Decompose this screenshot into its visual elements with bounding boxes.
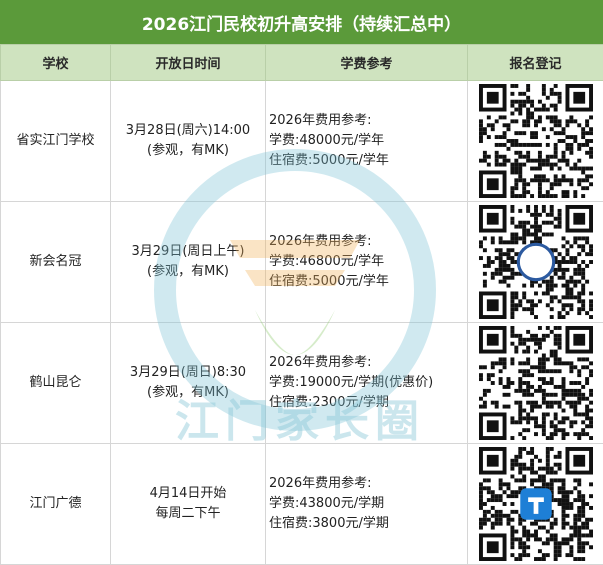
fee-line: 住宿费:3800元/学期 (269, 514, 467, 534)
table-row: 新会名冠 3月29日(周日上午) (参观，有MK) 2026年费用参考: 学费:… (1, 202, 603, 323)
page: 2026江门民校初升高安排（持续汇总中） 学校 开放日时间 学费参考 报名登记 … (0, 0, 603, 564)
table-header-row: 学校 开放日时间 学费参考 报名登记 (1, 45, 603, 81)
open-day-line: 4月14日开始 (111, 484, 265, 504)
page-title: 2026江门民校初升高安排（持续汇总中） (0, 0, 603, 44)
open-day-cell: 4月14日开始 每周二下午 (111, 444, 266, 565)
schedule-table: 学校 开放日时间 学费参考 报名登记 省实江门学校 3月28日(周六)14:00… (0, 44, 603, 565)
fee-line: 学费:43800元/学期 (269, 494, 467, 514)
open-day-line: (参观，有MK) (111, 141, 265, 161)
open-day-cell: 3月28日(周六)14:00 (参观，有MK) (111, 81, 266, 202)
fee-cell: 2026年费用参考: 学费:48000元/学年 住宿费:5000元/学年 (266, 81, 468, 202)
open-day-cell: 3月29日(周日上午) (参观，有MK) (111, 202, 266, 323)
table-row: 江门广德 4月14日开始 每周二下午 2026年费用参考: 学费:43800元/… (1, 444, 603, 565)
watermark-text: 江门家长圈 (140, 385, 460, 449)
school-name: 鹤山昆仑 (1, 323, 111, 444)
open-day-line: 3月29日(周日上午) (111, 242, 265, 262)
register-cell (468, 323, 603, 444)
header-register: 报名登记 (468, 45, 603, 81)
fee-line: 2026年费用参考: (269, 232, 467, 252)
school-name: 江门广德 (1, 444, 111, 565)
fee-line: 2026年费用参考: (269, 111, 467, 131)
fee-line: 学费:46800元/学年 (269, 252, 467, 272)
fee-line: 住宿费:5000元/学年 (269, 272, 467, 292)
school-name: 新会名冠 (1, 202, 111, 323)
qr-code-icon[interactable] (479, 326, 593, 440)
header-fee: 学费参考 (266, 45, 468, 81)
open-day-line: 3月29日(周日)8:30 (111, 363, 265, 383)
open-day-line: 3月28日(周六)14:00 (111, 121, 265, 141)
register-cell (468, 202, 603, 323)
qr-code-icon[interactable] (479, 447, 593, 561)
fee-cell: 2026年费用参考: 学费:43800元/学期 住宿费:3800元/学期 (266, 444, 468, 565)
table-row: 省实江门学校 3月28日(周六)14:00 (参观，有MK) 2026年费用参考… (1, 81, 603, 202)
fee-line: 学费:48000元/学年 (269, 131, 467, 151)
open-day-line: (参观，有MK) (111, 262, 265, 282)
fee-line: 2026年费用参考: (269, 474, 467, 494)
register-cell (468, 444, 603, 565)
header-school: 学校 (1, 45, 111, 81)
school-name: 省实江门学校 (1, 81, 111, 202)
qr-code-icon[interactable] (479, 205, 593, 319)
register-cell (468, 81, 603, 202)
fee-line: 住宿费:5000元/学年 (269, 151, 467, 171)
qr-code-icon[interactable] (479, 84, 593, 198)
header-open-day: 开放日时间 (111, 45, 266, 81)
fee-cell: 2026年费用参考: 学费:46800元/学年 住宿费:5000元/学年 (266, 202, 468, 323)
open-day-line: 每周二下午 (111, 504, 265, 524)
fee-line: 2026年费用参考: (269, 353, 467, 373)
